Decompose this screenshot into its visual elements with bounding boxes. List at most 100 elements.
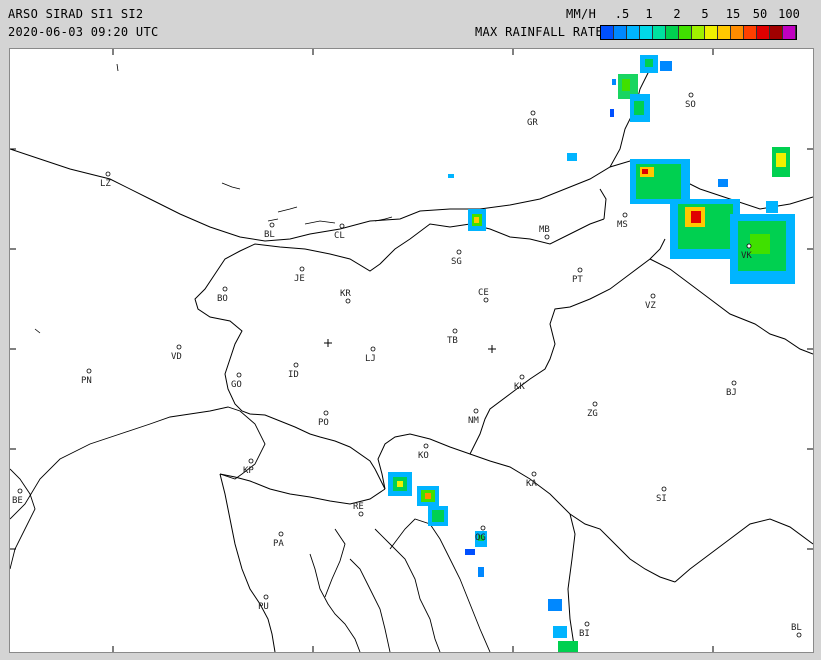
city-label: LZ [100,179,111,189]
scale-label-5: 50 [752,7,768,21]
city-tb: TB [447,328,458,346]
city-label: LJ [365,354,376,364]
scale-swatch-14 [783,26,796,39]
units-label: MM/H [566,7,597,21]
city-dot [731,380,737,386]
city-zg: ZG [587,401,598,419]
city-label: NM [468,416,479,426]
city-po: PO [318,410,329,428]
city-label: GR [527,118,538,128]
city-label: CE [478,288,489,298]
city-bl: BL [791,623,802,638]
city-label: BJ [726,388,737,398]
city-gr: GR [527,110,538,128]
product-title: ARSO SIRAD SI1 SI2 [8,7,144,21]
echo-cluster-south [388,472,578,652]
map-canvas: GR SO LZ BL CL MB MS SG JE PT BO KR CE VZ TB VD LJ PN GO ID… [10,49,813,652]
city-label: VZ [645,301,656,311]
city-label: BI [579,629,590,639]
city-dot [473,408,479,414]
city-dot [222,286,228,292]
scale-swatch-8 [705,26,718,39]
city-bl: BL [264,222,275,240]
city-dot [452,328,458,334]
city-label: KP [243,466,254,476]
city-lz: LZ [100,171,111,189]
city-be: BE [12,488,23,506]
radar-window: ARSO SIRAD SI1 SI2 2020-06-03 09:20 UTC … [0,0,821,660]
city-label: PT [572,275,583,285]
city-dot [519,374,525,380]
city-label: SG [451,257,462,267]
city-lj: LJ [365,346,376,364]
scale-swatch-7 [692,26,705,39]
scale-swatch-0 [601,26,614,39]
city-go: GO [231,372,242,390]
lakes [34,63,393,334]
city-dot [345,298,351,304]
city-bo: BO [217,286,228,304]
city-dot [339,223,345,229]
scale-label-0: .5 [614,7,630,21]
scale-swatch-2 [627,26,640,39]
city-label: KR [340,289,351,299]
city-label: TB [447,336,458,346]
city-dot [592,401,598,407]
city-label: PA [273,539,284,549]
city-id: ID [288,362,299,380]
city-dot [584,621,590,627]
city-ka: KA [526,471,537,489]
city-dot [746,243,752,249]
city-bi: BI [579,621,590,639]
city-dot [293,362,299,368]
city-label: BE [12,496,23,506]
city-label: SI [656,494,667,504]
echo-cluster-east [448,147,795,284]
city-je: JE [294,266,305,284]
scale-label-3: 5 [701,7,709,21]
city-so: SO [685,92,696,110]
city-dot [236,372,242,378]
city-label: BL [791,623,802,633]
city-dot [17,488,23,494]
city-label: SO [685,100,696,110]
city-dot [661,486,667,492]
city-og: OG [475,525,486,543]
city-label: KO [418,451,429,461]
city-pt: PT [572,267,583,285]
scale-swatch-5 [666,26,679,39]
city-vd: VD [171,344,182,362]
city-dot [269,222,275,228]
scale-label-6: 100 [778,7,800,21]
city-dot [456,249,462,255]
city-label: PO [318,418,329,428]
city-dot [263,594,269,600]
city-dot [688,92,694,98]
city-label: CL [334,231,345,241]
city-dot [650,293,656,299]
city-pu: PU [258,594,269,612]
radar-site-markers [324,339,496,353]
city-dot [544,234,550,240]
rainfall-color-scale [600,25,797,40]
city-label: MB [539,225,550,235]
grid-ticks [10,49,813,652]
city-label: VK [741,251,752,261]
echo-cluster-central [468,209,486,231]
scale-swatch-11 [744,26,757,39]
city-dot [577,267,583,273]
scale-swatch-12 [757,26,770,39]
city-label: KK [514,382,525,392]
city-dot [176,344,182,350]
city-label: KA [526,479,537,489]
scale-label-4: 15 [725,7,741,21]
city-dot [358,511,364,517]
city-label: JE [294,274,305,284]
city-label: BL [264,230,275,240]
city-pn: PN [81,368,92,386]
city-dot [796,632,802,638]
city-dot [278,531,284,537]
city-re: RE [353,502,364,517]
city-dot [323,410,329,416]
city-label: ID [288,370,299,380]
